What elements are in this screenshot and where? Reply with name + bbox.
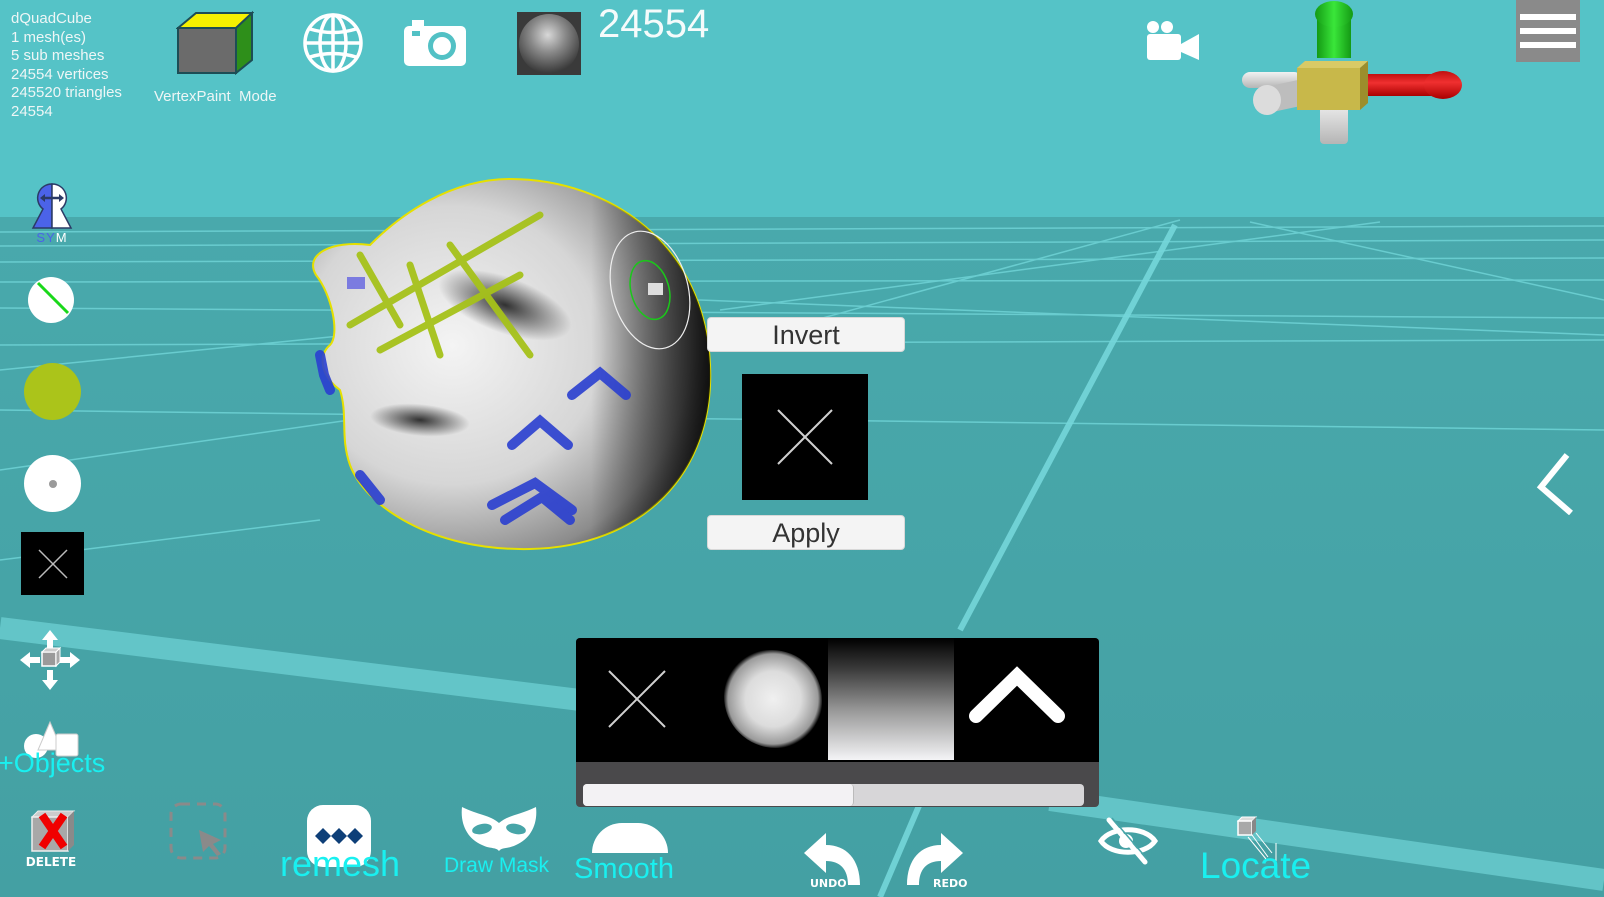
invert-button[interactable]: Invert <box>707 317 905 352</box>
main-menu-button[interactable] <box>1516 0 1580 62</box>
symmetry-person-icon <box>31 182 73 229</box>
symmetry-label: SYM <box>36 230 67 245</box>
delete-cube-icon <box>30 810 76 852</box>
brush-angle-button[interactable] <box>28 277 74 323</box>
mask-icon <box>461 807 537 851</box>
hamburger-line <box>1520 28 1576 34</box>
hide-toggle-button[interactable] <box>1097 815 1159 867</box>
add-objects-label: +Objects <box>0 748 106 778</box>
brush-preview <box>742 374 868 500</box>
smooth-label: Smooth <box>574 853 674 885</box>
hamburger-line <box>1520 42 1576 48</box>
redo-button[interactable]: REDO <box>905 833 967 893</box>
sym-label-y: Y <box>46 229 56 245</box>
brush-option-cloud[interactable] <box>702 638 828 762</box>
move-object-button[interactable] <box>18 628 82 692</box>
smooth-button[interactable]: Smooth <box>572 820 687 890</box>
move-arrows-icon <box>20 630 80 690</box>
remesh-label: remesh <box>280 843 401 884</box>
locate-label: Locate <box>1200 845 1312 886</box>
sym-label-s: S <box>36 229 47 245</box>
cube-mode-icon <box>176 10 254 76</box>
view-camera-button[interactable] <box>1145 18 1201 62</box>
draw-mask-button[interactable]: Draw Mask <box>440 805 560 880</box>
y-axis-handle[interactable] <box>1315 1 1353 58</box>
cross-brush-icon <box>37 548 68 579</box>
brush-option-chevron[interactable] <box>954 638 1080 762</box>
mode-cube-button[interactable] <box>176 10 254 76</box>
object-name: dQuadCube <box>11 10 92 27</box>
chevron-left-icon <box>1536 453 1573 515</box>
angle-line-icon <box>36 281 70 315</box>
brush-panel-scrollbar[interactable] <box>583 784 1084 806</box>
axis-gizmo[interactable] <box>1240 0 1465 148</box>
brush-option-partial[interactable] <box>1080 638 1099 762</box>
mode-label: VertexPaint Mode <box>154 88 277 105</box>
vertex-marker <box>347 277 365 289</box>
draw-mask-label: Draw Mask <box>444 854 550 877</box>
brush-size-button[interactable] <box>24 455 81 512</box>
mesh-count: 1 mesh(es) <box>11 28 87 46</box>
scene-info: dQuadCube 1 mesh(es) 5 sub meshes 24554 … <box>11 10 122 121</box>
brush-option-cross[interactable] <box>576 638 702 762</box>
globe-icon <box>303 13 363 73</box>
vertex-count: 24554 vertices <box>11 65 109 83</box>
hamburger-menu-icon <box>1520 14 1576 20</box>
camera-icon <box>404 20 466 66</box>
smooth-dome-icon <box>592 823 668 853</box>
undo-button[interactable]: UNDO <box>802 833 862 893</box>
extra-count: 24554 <box>11 102 53 120</box>
sym-label-m: M <box>55 229 68 245</box>
material-sphere-icon <box>519 13 579 74</box>
sculpt-mesh-viewport[interactable] <box>310 175 730 565</box>
brush-option-gradient[interactable] <box>828 638 954 762</box>
chevron-brush-icon <box>969 666 1065 723</box>
cross-brush-icon <box>608 670 666 728</box>
x-axis-handle[interactable] <box>1368 71 1462 99</box>
side-panel-toggle[interactable] <box>1530 448 1580 518</box>
sub-mesh-count: 5 sub meshes <box>11 47 105 64</box>
selection-box-icon <box>169 802 227 860</box>
gizmo-center-cube[interactable] <box>1297 61 1368 110</box>
delete-label: DELETE <box>25 855 77 869</box>
vertex-counter: 24554 <box>598 2 710 46</box>
gradient-brush-icon <box>828 638 954 760</box>
undo-label: UNDO <box>810 877 847 890</box>
delete-button[interactable]: DELETE <box>24 806 78 872</box>
brush-texture-button[interactable] <box>21 532 84 595</box>
brush-strip <box>576 638 1099 762</box>
triangle-count: 245520 triangles <box>11 84 122 101</box>
eye-hidden-icon <box>1097 817 1159 865</box>
paint-color-button[interactable] <box>24 363 81 420</box>
symmetry-button[interactable]: SYM <box>26 180 78 246</box>
scrollbar-thumb[interactable] <box>583 784 854 806</box>
add-objects-button[interactable]: +Objects <box>0 718 120 782</box>
redo-label: REDO <box>933 877 968 890</box>
video-camera-icon <box>1147 21 1199 60</box>
screenshot-button[interactable] <box>402 18 468 68</box>
apply-button[interactable]: Apply <box>707 515 905 550</box>
brush-size-dot-icon <box>48 479 57 488</box>
cloud-brush-icon <box>724 650 822 748</box>
brush-texture-panel <box>576 638 1099 807</box>
material-button[interactable] <box>517 12 581 75</box>
remesh-button[interactable]: remesh <box>280 805 400 885</box>
cross-brush-preview-icon <box>777 409 833 465</box>
select-region-button[interactable] <box>167 800 229 860</box>
globe-button[interactable] <box>300 10 366 76</box>
locate-button[interactable]: Locate <box>1195 815 1325 890</box>
